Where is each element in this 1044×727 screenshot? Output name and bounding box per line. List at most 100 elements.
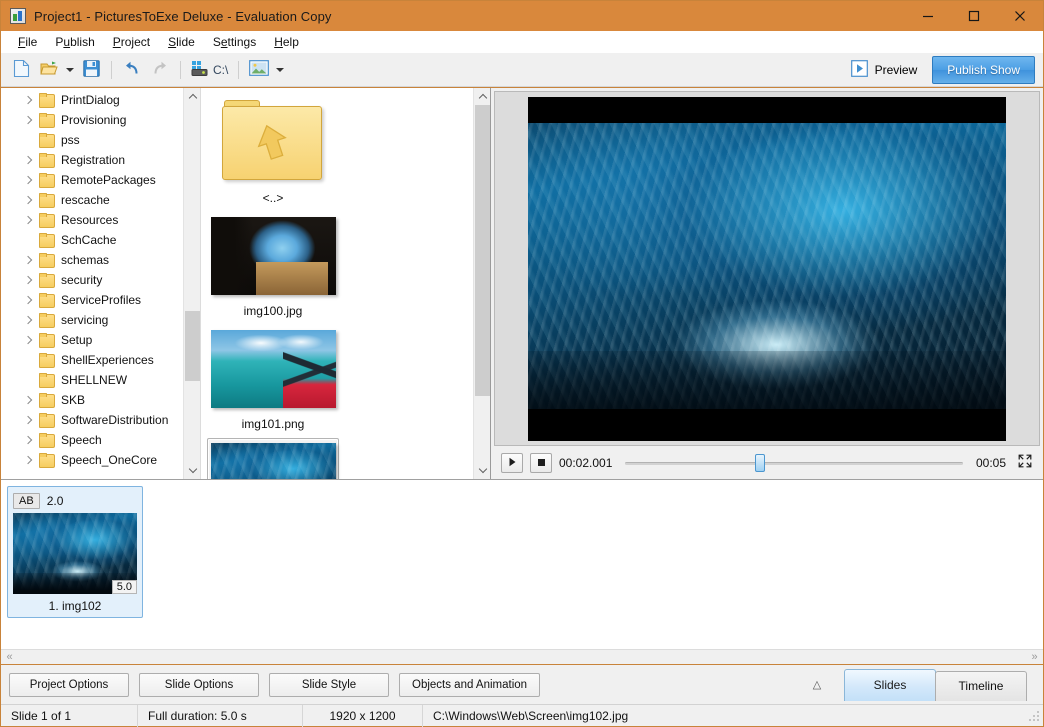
folder-icon xyxy=(39,153,55,167)
chevron-right-icon[interactable] xyxy=(21,412,37,428)
close-icon[interactable] xyxy=(997,1,1043,31)
options-button-bar: Project Options Slide Options Slide Styl… xyxy=(1,664,1043,704)
chevron-right-icon[interactable] xyxy=(21,92,37,108)
folder-tree-scroll-thumb[interactable] xyxy=(185,311,200,381)
slide-style-button[interactable]: Slide Style xyxy=(269,673,389,697)
tree-item[interactable]: ShellExperiences xyxy=(1,350,200,370)
scroll-left-icon[interactable]: « xyxy=(3,651,16,664)
chevron-right-icon[interactable] xyxy=(21,332,37,348)
menu-publish[interactable]: Publish xyxy=(46,33,103,51)
tree-item[interactable]: PrintDialog xyxy=(1,90,200,110)
toolbar-separator-3 xyxy=(238,61,239,79)
tree-item[interactable]: SoftwareDistribution xyxy=(1,410,200,430)
chevron-right-icon[interactable] xyxy=(21,152,37,168)
tree-item-label: Setup xyxy=(61,333,92,347)
file-browser-scroll-thumb[interactable] xyxy=(475,105,490,396)
tree-item-label: Speech xyxy=(61,433,102,447)
tree-item[interactable]: schemas xyxy=(1,250,200,270)
preview-stage[interactable] xyxy=(494,91,1040,446)
folder-tree-panel: PrintDialogProvisioningpssRegistrationRe… xyxy=(1,88,201,479)
slide-list-panel[interactable]: AB 2.0 5.0 1. img102 xyxy=(1,479,1043,649)
parent-folder-item[interactable]: <..> xyxy=(207,95,339,210)
scroll-up-icon[interactable] xyxy=(184,88,201,105)
chevron-right-icon[interactable] xyxy=(21,452,37,468)
chevron-right-icon[interactable] xyxy=(21,192,37,208)
tab-timeline[interactable]: Timeline xyxy=(935,671,1027,701)
folder-icon xyxy=(39,233,55,247)
scroll-up-icon[interactable] xyxy=(474,88,491,105)
fullscreen-button[interactable] xyxy=(1015,453,1035,473)
folder-tree-scrollbar[interactable] xyxy=(183,88,200,479)
chevron-right-icon[interactable] xyxy=(21,312,37,328)
chevron-right-icon[interactable] xyxy=(21,252,37,268)
menu-slide[interactable]: Slide xyxy=(159,33,204,51)
picture-icon xyxy=(249,60,269,79)
new-project-button[interactable] xyxy=(7,57,35,83)
file-browser-scrollbar[interactable] xyxy=(473,88,490,479)
menu-settings[interactable]: Settings xyxy=(204,33,265,51)
undo-button[interactable] xyxy=(118,57,146,83)
slide-transition-badge[interactable]: AB xyxy=(13,493,40,509)
tree-item[interactable]: Resources xyxy=(1,210,200,230)
slide-list-hscrollbar[interactable]: « » xyxy=(1,649,1043,664)
tree-item[interactable]: SchCache xyxy=(1,230,200,250)
chevron-right-icon[interactable] xyxy=(21,392,37,408)
tree-item[interactable]: pss xyxy=(1,130,200,150)
chevron-right-icon[interactable] xyxy=(21,292,37,308)
tree-item[interactable]: RemotePackages xyxy=(1,170,200,190)
minimize-icon[interactable] xyxy=(905,1,951,31)
save-project-button[interactable] xyxy=(77,57,105,83)
tree-item[interactable]: security xyxy=(1,270,200,290)
tab-slides[interactable]: Slides xyxy=(844,669,936,701)
menu-settings-pre: S xyxy=(213,35,221,49)
tree-item[interactable]: ServiceProfiles xyxy=(1,290,200,310)
chevron-right-icon[interactable] xyxy=(21,172,37,188)
file-thumbnail-item[interactable]: img102.jpg xyxy=(207,438,339,479)
tree-item[interactable]: SHELLNEW xyxy=(1,370,200,390)
project-options-button[interactable]: Project Options xyxy=(9,673,129,697)
tree-item[interactable]: Speech xyxy=(1,430,200,450)
tree-item[interactable]: Speech_OneCore xyxy=(1,450,200,470)
chevron-right-icon[interactable] xyxy=(21,432,37,448)
playback-slider[interactable] xyxy=(625,453,963,473)
menu-file[interactable]: File xyxy=(9,33,46,51)
status-bar: Slide 1 of 1 Full duration: 5.0 s 1920 x… xyxy=(1,704,1043,726)
scroll-down-icon[interactable] xyxy=(474,462,491,479)
stop-button[interactable] xyxy=(530,453,552,473)
chevron-right-icon[interactable] xyxy=(21,272,37,288)
folder-icon xyxy=(39,373,55,387)
open-project-button[interactable] xyxy=(35,57,63,83)
playback-slider-thumb[interactable] xyxy=(755,454,765,472)
slide-duration-badge[interactable]: 5.0 xyxy=(112,580,137,594)
objects-and-animation-button[interactable]: Objects and Animation xyxy=(399,673,540,697)
tree-item[interactable]: rescache xyxy=(1,190,200,210)
collapse-triangle-icon[interactable]: △ xyxy=(805,673,829,697)
tree-item[interactable]: SKB xyxy=(1,390,200,410)
menu-project[interactable]: Project xyxy=(104,33,159,51)
file-thumbnail-item[interactable]: img101.png xyxy=(207,325,339,436)
tree-item[interactable]: servicing xyxy=(1,310,200,330)
scroll-down-icon[interactable] xyxy=(184,462,201,479)
drive-selector[interactable]: C:\ xyxy=(187,57,232,83)
menu-file-post: ile xyxy=(25,35,37,49)
resize-grip-icon[interactable] xyxy=(1028,710,1040,722)
menu-help[interactable]: Help xyxy=(265,33,308,51)
image-mode-caret-icon[interactable] xyxy=(273,57,287,83)
scroll-right-icon[interactable]: » xyxy=(1028,651,1041,664)
slide-transition-duration[interactable]: 2.0 xyxy=(45,494,66,508)
maximize-icon[interactable] xyxy=(951,1,997,31)
chevron-right-icon[interactable] xyxy=(21,212,37,228)
tree-item[interactable]: Registration xyxy=(1,150,200,170)
slide-options-button[interactable]: Slide Options xyxy=(139,673,259,697)
preview-button[interactable]: Preview xyxy=(842,57,927,83)
chevron-right-icon[interactable] xyxy=(21,112,37,128)
file-thumbnail-item[interactable]: img100.jpg xyxy=(207,212,339,323)
redo-button[interactable] xyxy=(146,57,174,83)
tree-item[interactable]: Provisioning xyxy=(1,110,200,130)
image-mode-button[interactable] xyxy=(245,57,273,83)
open-recent-caret-icon[interactable] xyxy=(63,57,77,83)
slide-card[interactable]: AB 2.0 5.0 1. img102 xyxy=(7,486,143,618)
play-button[interactable] xyxy=(501,453,523,473)
tree-item[interactable]: Setup xyxy=(1,330,200,350)
publish-show-button[interactable]: Publish Show xyxy=(932,56,1035,84)
